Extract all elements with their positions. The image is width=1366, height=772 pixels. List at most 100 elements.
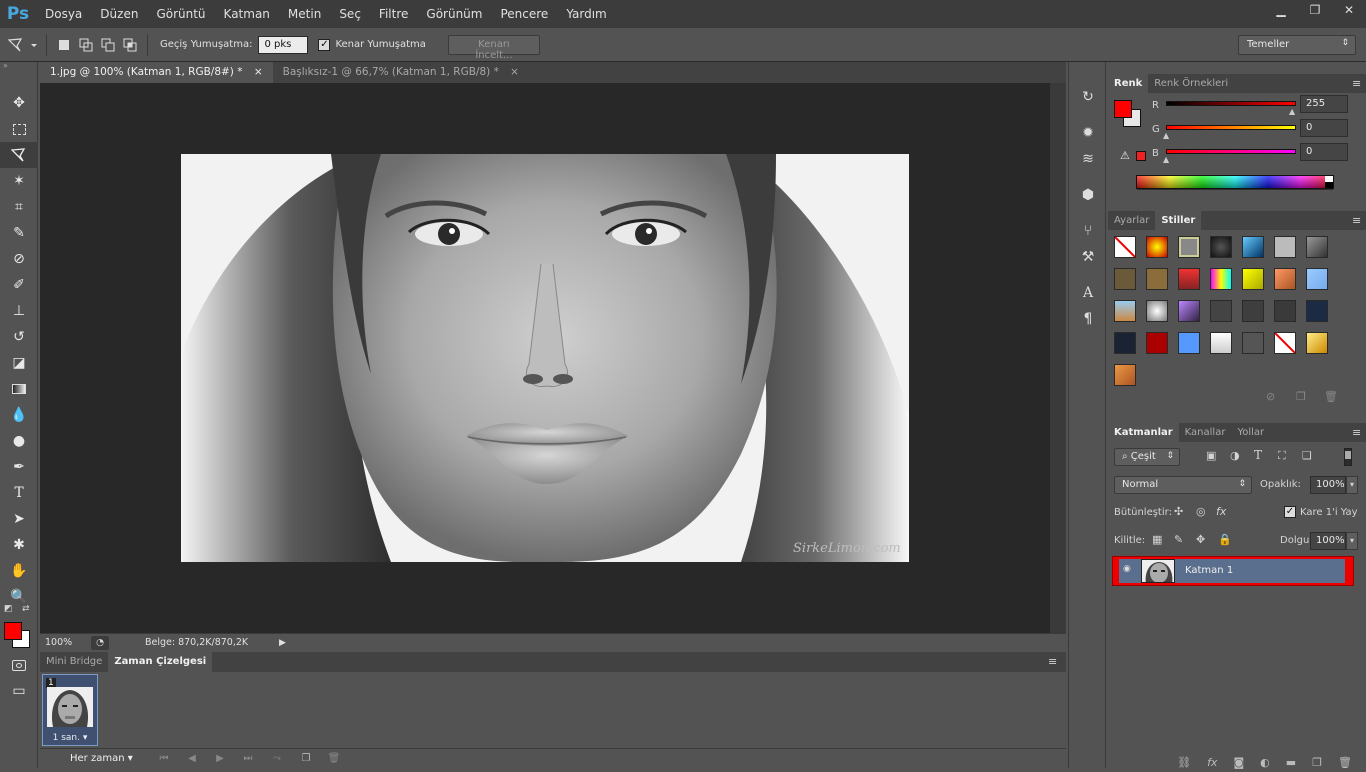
- delete-layer-icon[interactable]: 🗑: [1338, 756, 1352, 769]
- panel-menu-icon[interactable]: ≡: [1352, 74, 1366, 93]
- panel-menu-icon[interactable]: ≡: [1352, 211, 1366, 230]
- path-selection-tool-icon[interactable]: ➤: [0, 506, 38, 532]
- hand-tool-icon[interactable]: ✋: [0, 558, 38, 584]
- document-tab[interactable]: Başlıksız-1 @ 66,7% (Katman 1, RGB/8) * …: [273, 62, 529, 83]
- antialias-checkbox[interactable]: ✓: [318, 38, 331, 51]
- style-swatch[interactable]: [1306, 332, 1328, 354]
- previous-frame-icon[interactable]: ◀: [178, 753, 206, 764]
- restore-button[interactable]: ❐: [1298, 0, 1332, 20]
- filter-smart-object-icon[interactable]: ❏: [1302, 449, 1312, 462]
- style-swatch[interactable]: [1242, 268, 1264, 290]
- delete-frame-icon[interactable]: 🗑: [320, 753, 348, 764]
- style-swatch[interactable]: [1274, 300, 1296, 322]
- tween-icon[interactable]: ⤳: [262, 753, 292, 764]
- gamut-warning-icon[interactable]: ⚠: [1120, 149, 1130, 162]
- slider-thumb-icon[interactable]: ▲: [1163, 155, 1169, 164]
- status-menu-arrow-icon[interactable]: ▶: [279, 638, 286, 648]
- document-image[interactable]: SirkeLimon.com: [181, 154, 909, 562]
- eyedropper-tool-icon[interactable]: ✎: [0, 220, 38, 246]
- eraser-tool-icon[interactable]: ◪: [0, 350, 38, 376]
- status-icon[interactable]: ◔: [91, 635, 109, 650]
- style-swatch[interactable]: [1242, 236, 1264, 258]
- tool-presets-icon[interactable]: ⚒: [1069, 244, 1107, 270]
- marquee-tool-icon[interactable]: [0, 116, 38, 142]
- link-layers-icon[interactable]: ⛓: [1177, 756, 1191, 769]
- adjustment-layer-icon[interactable]: ◐: [1260, 756, 1270, 769]
- lock-position-icon[interactable]: ✥: [1196, 533, 1205, 546]
- default-colors-icon[interactable]: ◩: [4, 604, 13, 614]
- unify-style-icon[interactable]: fx: [1216, 505, 1226, 518]
- fill-input[interactable]: 100%: [1310, 532, 1346, 550]
- intersect-selection-icon[interactable]: [119, 34, 141, 56]
- chevron-down-icon[interactable]: ▾: [1346, 476, 1358, 494]
- tab-timeline[interactable]: Zaman Çizelgesi: [108, 652, 213, 672]
- style-swatch[interactable]: [1210, 332, 1232, 354]
- tab-mini-bridge[interactable]: Mini Bridge: [40, 652, 108, 672]
- unify-visibility-icon[interactable]: ◎: [1196, 505, 1206, 518]
- clear-style-icon[interactable]: ⊘: [1266, 390, 1275, 403]
- style-swatch[interactable]: [1242, 300, 1264, 322]
- style-swatch[interactable]: [1178, 236, 1200, 258]
- character-panel-icon[interactable]: A: [1069, 280, 1107, 306]
- layer-style-icon[interactable]: fx: [1207, 756, 1217, 769]
- slider-thumb-icon[interactable]: ▲: [1289, 107, 1295, 116]
- play-icon[interactable]: ▶: [206, 753, 234, 764]
- tab-adjustments[interactable]: Ayarlar: [1108, 211, 1155, 230]
- chevron-down-icon[interactable]: ▾: [1346, 532, 1358, 550]
- gradient-tool-icon[interactable]: [0, 376, 38, 402]
- magic-wand-tool-icon[interactable]: ✶: [0, 168, 38, 194]
- style-swatch[interactable]: [1146, 300, 1168, 322]
- menu-select[interactable]: Seç: [330, 0, 370, 28]
- propagate-frame-checkbox[interactable]: ✓: [1284, 506, 1296, 518]
- filter-adjustment-icon[interactable]: ◑: [1230, 449, 1240, 462]
- tab-channels[interactable]: Kanallar: [1179, 423, 1232, 442]
- color-foreground-swatch[interactable]: [1114, 100, 1132, 118]
- style-swatch[interactable]: [1242, 332, 1264, 354]
- tab-layers[interactable]: Katmanlar: [1108, 423, 1179, 442]
- style-swatch[interactable]: [1306, 236, 1328, 258]
- collapse-icon[interactable]: »: [0, 62, 37, 70]
- style-swatch[interactable]: [1146, 332, 1168, 354]
- lock-image-icon[interactable]: ✎: [1174, 533, 1183, 546]
- layer-filter-select[interactable]: ⌕ Çeşit ⇕: [1114, 448, 1180, 466]
- panel-menu-icon[interactable]: ≡: [1048, 652, 1066, 672]
- gamut-swatch[interactable]: [1136, 151, 1146, 161]
- style-swatch[interactable]: [1146, 236, 1168, 258]
- style-swatch[interactable]: [1274, 236, 1296, 258]
- tab-color[interactable]: Renk: [1108, 74, 1149, 93]
- actions-panel-icon[interactable]: ✹: [1069, 120, 1107, 146]
- lock-all-icon[interactable]: 🔒: [1218, 533, 1232, 546]
- menu-help[interactable]: Yardım: [557, 0, 615, 28]
- polygonal-lasso-preset-icon[interactable]: [4, 34, 40, 56]
- style-swatch[interactable]: [1274, 332, 1296, 354]
- style-swatch[interactable]: [1274, 268, 1296, 290]
- screen-mode-icon[interactable]: ▭: [0, 678, 38, 704]
- color-spectrum-ramp[interactable]: [1136, 175, 1334, 190]
- document-tab[interactable]: 1.jpg @ 100% (Katman 1, RGB/8#) * ×: [40, 62, 273, 83]
- crop-tool-icon[interactable]: ⌗: [0, 194, 38, 220]
- unify-position-icon[interactable]: ✣: [1174, 505, 1183, 518]
- new-group-icon[interactable]: ▬: [1286, 756, 1296, 769]
- history-brush-tool-icon[interactable]: ↺: [0, 324, 38, 350]
- tab-swatches[interactable]: Renk Örnekleri: [1148, 74, 1234, 93]
- style-swatch[interactable]: [1114, 300, 1136, 322]
- feather-input[interactable]: 0 pks: [258, 35, 309, 54]
- blur-tool-icon[interactable]: 💧: [0, 402, 38, 428]
- style-swatch[interactable]: [1146, 268, 1168, 290]
- filter-pixel-icon[interactable]: ▣: [1206, 449, 1216, 462]
- style-swatch[interactable]: [1210, 268, 1232, 290]
- refine-edge-button[interactable]: Kenarı İncelt...: [447, 34, 540, 61]
- style-swatch[interactable]: [1178, 332, 1200, 354]
- opacity-input[interactable]: 100%: [1310, 476, 1346, 494]
- zoom-level[interactable]: 100%: [45, 637, 91, 648]
- move-tool-icon[interactable]: ✥: [0, 90, 38, 116]
- history-panel-icon[interactable]: ↻: [1069, 84, 1107, 110]
- workspace-select[interactable]: Temeller ⇕: [1238, 35, 1356, 55]
- channel-g-slider[interactable]: [1166, 125, 1296, 130]
- foreground-color-swatch[interactable]: [4, 622, 22, 640]
- lasso-tool-icon[interactable]: [0, 142, 38, 168]
- tab-styles[interactable]: Stiller: [1155, 211, 1202, 230]
- filter-type-icon[interactable]: T: [1254, 448, 1262, 462]
- frame-delay[interactable]: 1 san. ▾: [43, 733, 97, 743]
- duplicate-frame-icon[interactable]: ❐: [292, 753, 320, 764]
